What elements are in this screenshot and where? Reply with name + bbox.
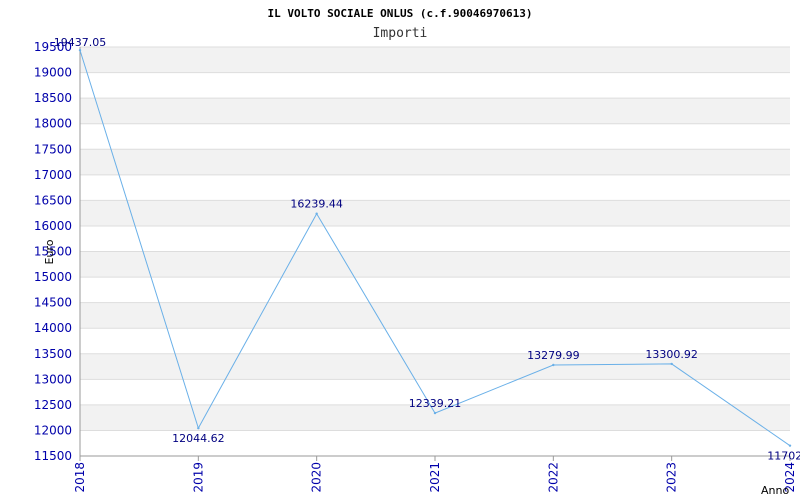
y-tick-label: 13000: [34, 372, 72, 386]
grid-band: [80, 98, 790, 124]
y-tick-label: 17500: [34, 142, 72, 156]
data-label: 11702.2: [767, 450, 800, 463]
data-point: [78, 49, 82, 52]
x-tick-label: 2021: [428, 462, 442, 493]
x-tick-label: 2023: [665, 462, 679, 493]
y-tick-label: 17000: [34, 168, 72, 182]
y-tick-label: 18000: [34, 117, 72, 131]
line-chart: IL VOLTO SOCIALE ONLUS (c.f.90046970613)…: [34, 7, 800, 497]
y-tick-label: 14000: [34, 321, 72, 335]
chart-subtitle: Importi: [373, 26, 428, 41]
data-point: [315, 212, 318, 215]
y-tick-label: 12000: [34, 423, 72, 437]
grid-band: [80, 251, 790, 278]
data-point: [197, 426, 200, 430]
data-point: [552, 363, 555, 367]
data-label: 12044.62: [172, 432, 225, 445]
x-axis-label: Anno: [761, 484, 789, 497]
data-label: 13300.92: [645, 348, 698, 361]
y-tick-label: 14500: [34, 296, 72, 310]
data-label: 16239.44: [290, 198, 343, 211]
grid-bands: [80, 47, 790, 431]
y-tick-label: 16500: [34, 193, 72, 207]
y-tick-label: 16000: [34, 219, 72, 233]
data-point: [788, 444, 792, 447]
y-tick-label: 12500: [34, 398, 72, 412]
y-axis-label: Euro: [43, 239, 56, 264]
data-label: 19437.05: [54, 36, 107, 49]
y-tick-label: 11500: [34, 449, 72, 463]
data-point: [433, 411, 437, 415]
grid-band: [80, 149, 790, 175]
grid-band: [80, 302, 790, 329]
data-label: 13279.99: [527, 349, 580, 362]
x-tick-label: 2022: [546, 462, 560, 493]
y-tick-label: 19000: [34, 66, 72, 80]
data-point: [670, 362, 673, 366]
y-tick-label: 15000: [34, 270, 72, 284]
grid-band: [80, 47, 790, 73]
x-tick-labels: 2018 2019 2020 2021 2022 2023 2024: [73, 462, 797, 493]
data-label: 12339.21: [409, 397, 462, 410]
y-tick-label: 13500: [34, 347, 72, 361]
x-tick-label: 2020: [310, 462, 324, 493]
grid-band: [80, 200, 790, 226]
chart-title: IL VOLTO SOCIALE ONLUS (c.f.90046970613): [268, 7, 533, 20]
y-tick-label: 18500: [34, 91, 72, 105]
x-tick-label: 2018: [73, 462, 87, 493]
x-tick-label: 2019: [191, 462, 205, 493]
